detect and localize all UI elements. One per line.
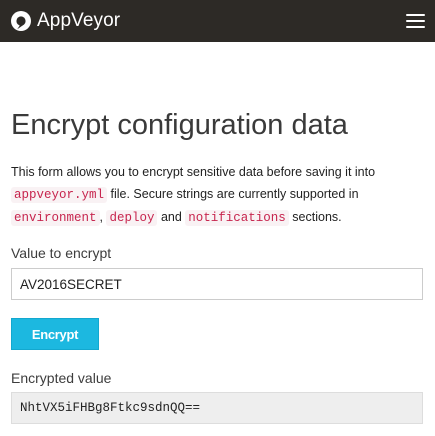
value-to-encrypt-label: Value to encrypt	[11, 245, 112, 261]
code-environment: environment	[11, 210, 100, 226]
page-description: This form allows you to encrypt sensitiv…	[11, 161, 423, 229]
encrypted-value-label: Encrypted value	[11, 370, 112, 386]
top-navbar: AppVeyor	[0, 0, 435, 42]
brand-link[interactable]: AppVeyor	[10, 9, 120, 33]
encrypt-button[interactable]: Encrypt	[11, 318, 99, 350]
code-notifications: notifications	[185, 210, 289, 226]
menu-bar	[406, 14, 425, 16]
menu-bar	[406, 20, 425, 22]
code-deploy: deploy	[106, 210, 158, 226]
description-text: sections.	[288, 210, 342, 224]
description-text: file. Secure strings are currently suppo…	[107, 187, 359, 201]
hamburger-menu-icon[interactable]	[406, 14, 425, 28]
code-appveyor-yml: appveyor.yml	[11, 187, 108, 203]
page-title: Encrypt configuration data	[11, 109, 348, 141]
description-text: This form allows you to encrypt sensitiv…	[11, 165, 376, 179]
appveyor-logo-icon	[11, 11, 31, 31]
description-text: and	[157, 210, 186, 224]
value-to-encrypt-input[interactable]	[11, 268, 423, 300]
encrypted-value-field[interactable]: NhtVX5iFHBg8Ftkc9sdnQQ==	[11, 392, 423, 424]
menu-bar	[406, 26, 425, 28]
brand-name: AppVeyor	[37, 10, 121, 31]
